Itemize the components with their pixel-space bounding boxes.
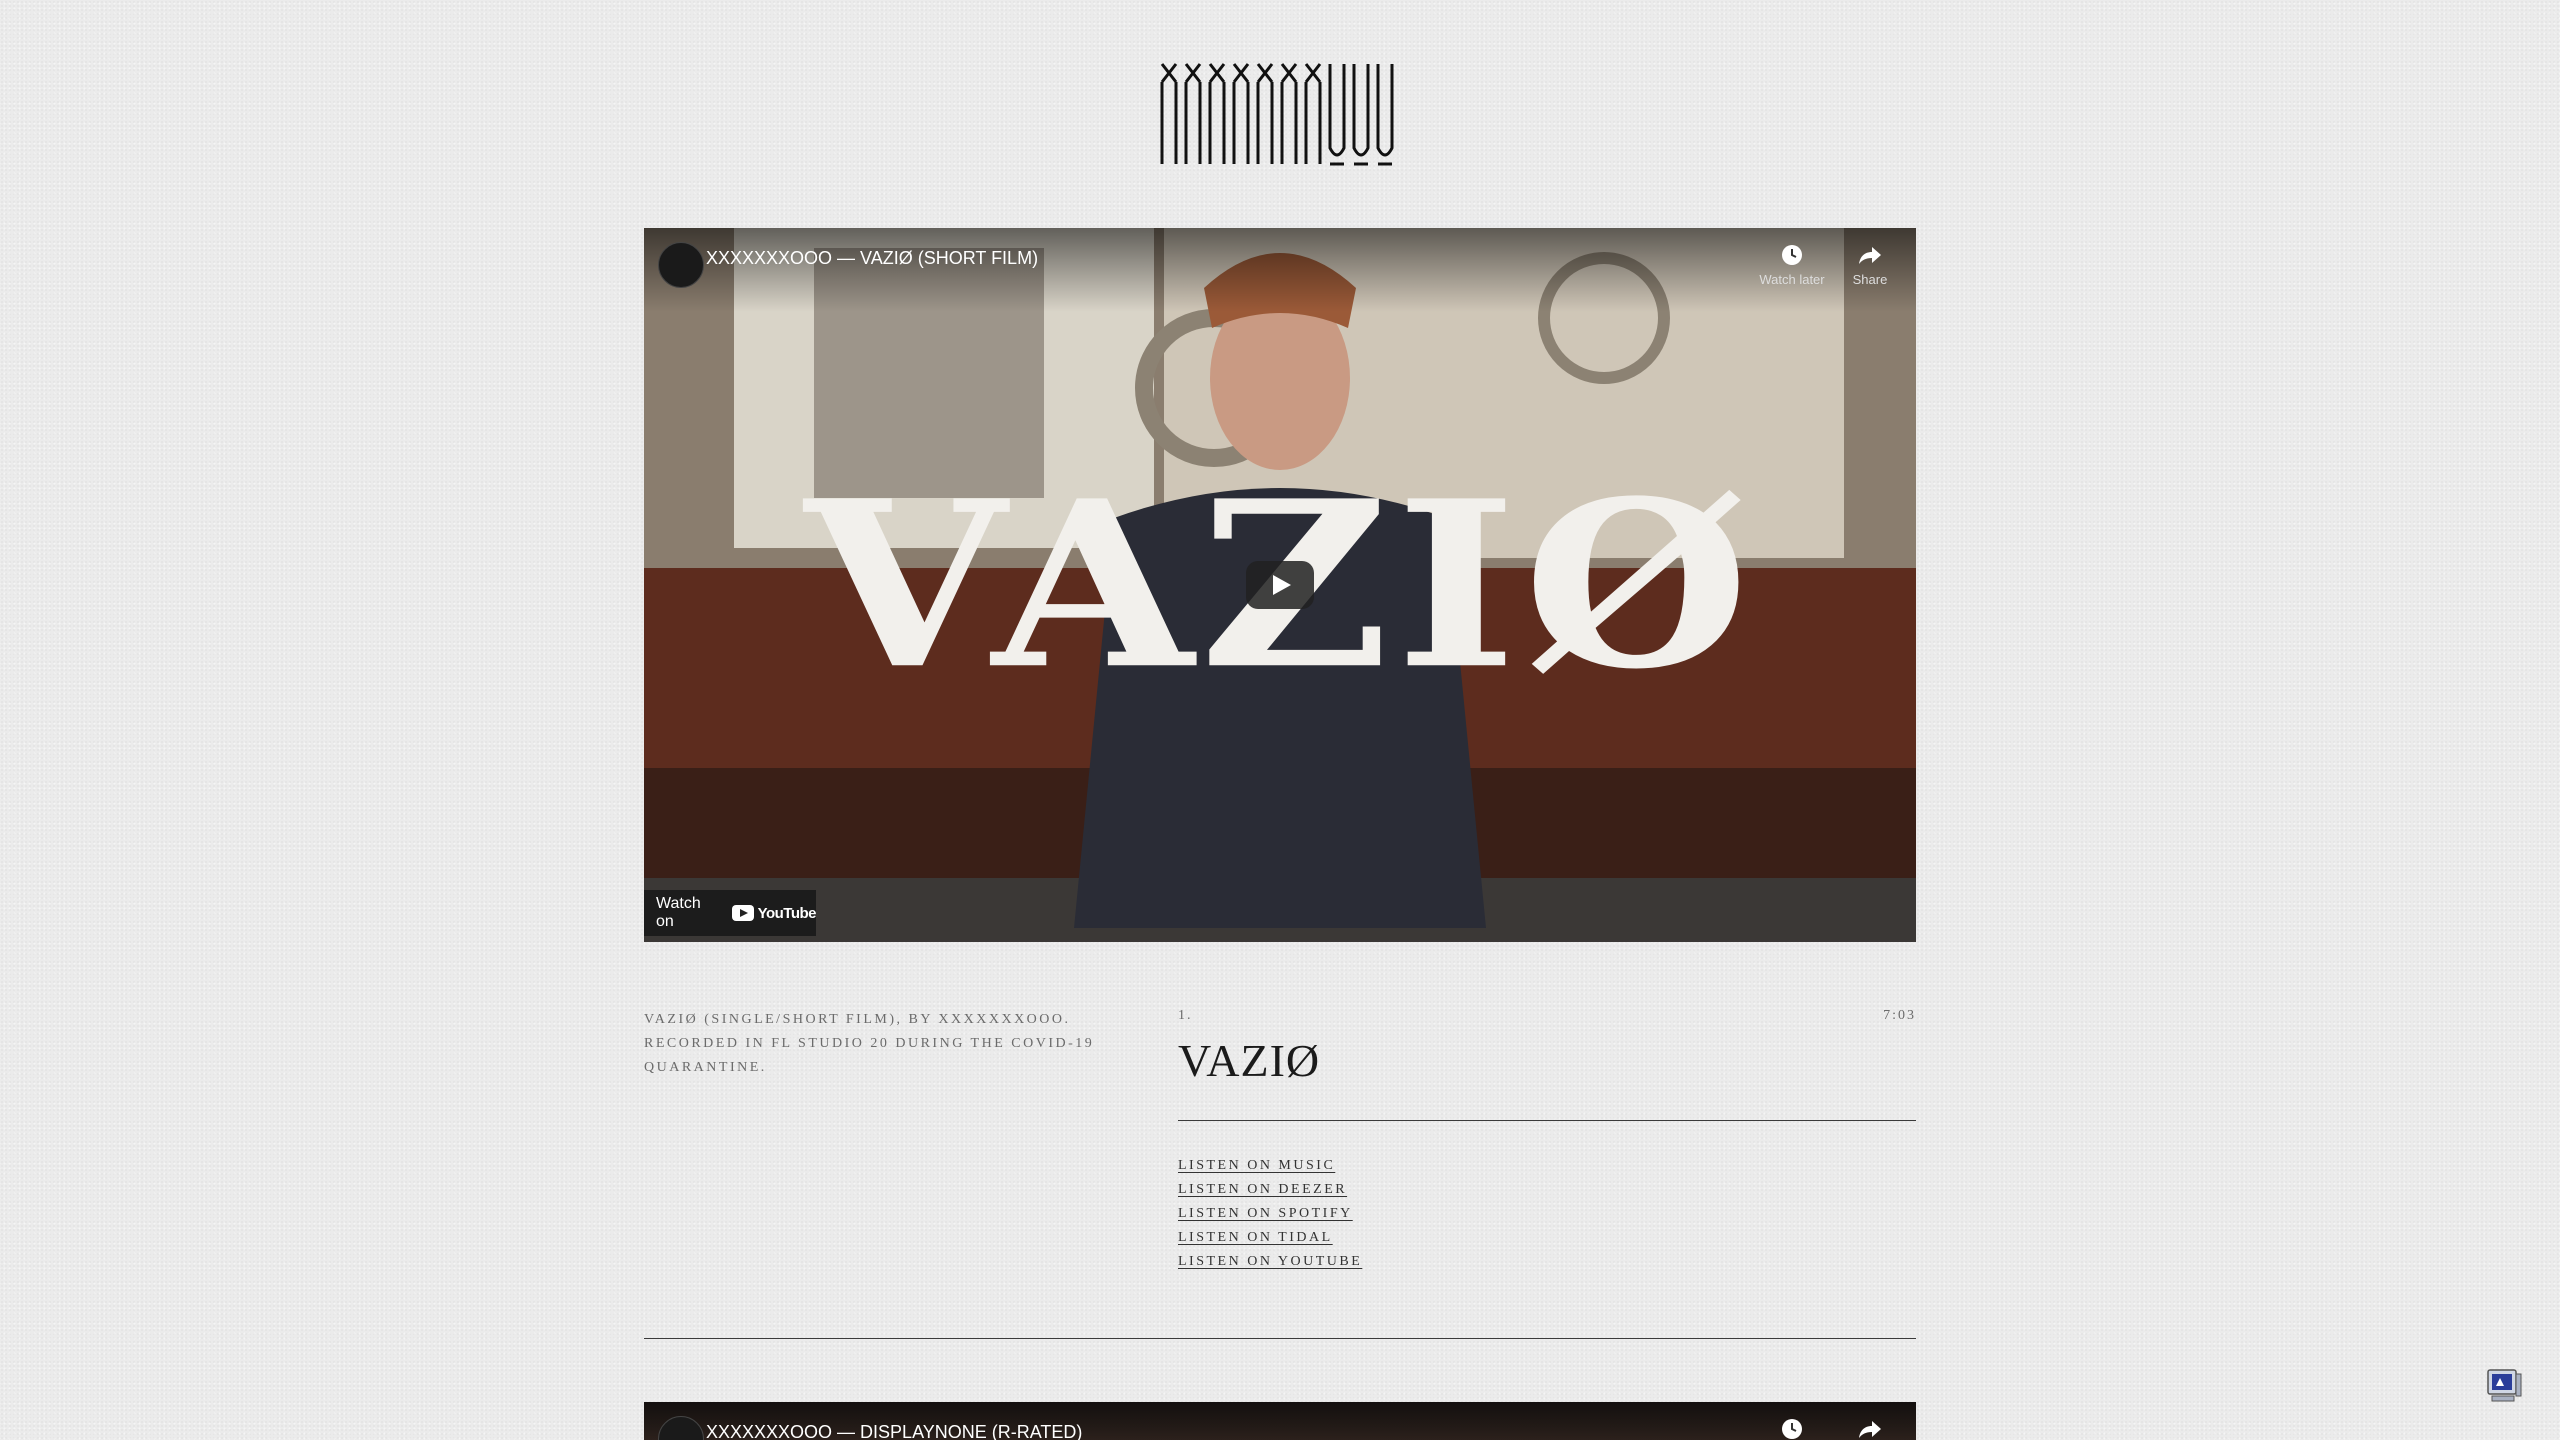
youtube-wordmark: YouTube xyxy=(757,904,817,922)
list-item: LISTEN ON MUSIC xyxy=(1178,1156,1362,1180)
clock-icon xyxy=(1782,245,1802,265)
track-duration: 7:03 xyxy=(1883,1008,1916,1023)
channel-avatar[interactable] xyxy=(658,1416,704,1440)
video-title-bar: XXXXXXXOOO — DISPLAYNONE (R-RATED) xyxy=(644,1402,1916,1440)
channel-avatar[interactable] xyxy=(658,242,704,288)
video-title-bar: XXXXXXXOOO — VAZIØ (SHORT FILM) Watch la… xyxy=(644,228,1916,312)
list-item: LISTEN ON TIDAL xyxy=(1178,1228,1362,1252)
section-divider xyxy=(644,1338,1916,1339)
list-item: LISTEN ON DEEZER xyxy=(1178,1180,1362,1204)
listen-youtube-link[interactable]: LISTEN ON YOUTUBE xyxy=(1178,1254,1362,1269)
listen-spotify-link[interactable]: LISTEN ON SPOTIFY xyxy=(1178,1206,1353,1221)
track-divider xyxy=(1178,1120,1916,1121)
watch-later-button[interactable] xyxy=(1752,1412,1832,1440)
track-number: 1. xyxy=(1178,1008,1193,1023)
share-button[interactable]: Share xyxy=(1830,238,1910,287)
release-description: VAZIØ (SINGLE/SHORT FILM), BY XXXXXXXOOO… xyxy=(644,1012,1095,1075)
listen-tidal-link[interactable]: LISTEN ON TIDAL xyxy=(1178,1230,1333,1245)
watch-on-youtube-button[interactable]: Watch on YouTube xyxy=(644,890,817,936)
watch-later-button[interactable]: Watch later xyxy=(1752,238,1832,287)
video-title[interactable]: XXXXXXXOOO — DISPLAYNONE (R-RATED) xyxy=(706,1422,1082,1440)
video-title[interactable]: XXXXXXXOOO — VAZIØ (SHORT FILM) xyxy=(706,248,1038,269)
list-item: LISTEN ON SPOTIFY xyxy=(1178,1204,1362,1228)
watch-on-label: Watch on xyxy=(656,895,701,930)
computer-icon[interactable] xyxy=(2484,1366,2524,1404)
track-title: VAZIØ xyxy=(1178,1035,1321,1086)
video-embed-vazio[interactable]: VAZIØ XXXXXXXOOO — VAZIØ (SHORT FILM) Wa… xyxy=(644,228,1916,942)
list-item: LISTEN ON YOUTUBE xyxy=(1178,1252,1362,1276)
watch-later-label: Watch later xyxy=(1759,272,1825,287)
youtube-logo: YouTube xyxy=(731,904,817,922)
share-label: Share xyxy=(1852,272,1888,287)
video-embed-displaynone[interactable]: XXXXXXXOOO — DISPLAYNONE (R-RATED) xyxy=(644,1402,1916,1440)
youtube-play-icon xyxy=(731,905,754,921)
clock-icon xyxy=(1782,1419,1802,1439)
share-icon xyxy=(1859,247,1881,264)
share-icon xyxy=(1859,1421,1881,1438)
play-button[interactable] xyxy=(1246,561,1314,609)
share-button[interactable] xyxy=(1830,1412,1910,1440)
streaming-links: LISTEN ON MUSIC LISTEN ON DEEZER LISTEN … xyxy=(1178,1156,1362,1276)
site-logo[interactable] xyxy=(1156,62,1404,166)
listen-apple-music-link[interactable]: LISTEN ON MUSIC xyxy=(1178,1158,1335,1173)
listen-deezer-link[interactable]: LISTEN ON DEEZER xyxy=(1178,1182,1347,1197)
